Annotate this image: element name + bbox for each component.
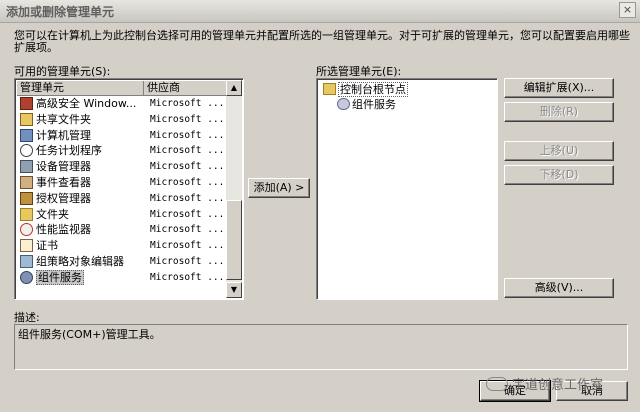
snapin-name: 文件夹: [36, 207, 69, 221]
wechat-icon: [486, 377, 508, 391]
snapin-name: 组件服务: [36, 269, 84, 285]
snapin-vendor: Microsoft ...: [150, 176, 225, 188]
description-label: 描述:: [14, 311, 40, 324]
title-bar[interactable]: 添加或删除管理单元 ×: [0, 0, 640, 23]
available-snapins-list[interactable]: 管理单元 供应商 高级安全 Window... Microsoft ... 共享文件…: [14, 78, 244, 300]
scroll-up-arrow-icon[interactable]: ▲: [226, 80, 242, 96]
snapin-vendor: Microsoft ...: [150, 255, 225, 267]
performance-monitor-icon: [20, 223, 33, 237]
snapin-vendor: Microsoft ...: [150, 113, 225, 125]
computer-management-icon: [20, 128, 33, 142]
snapin-row[interactable]: 设备管理器 Microsoft ...: [17, 159, 228, 175]
description-box: 组件服务(COM+)管理工具。: [14, 324, 628, 370]
column-header-vendor[interactable]: 供应商: [144, 81, 228, 96]
tree-child-label: 组件服务: [352, 98, 396, 111]
snapin-vendor: Microsoft ...: [150, 161, 225, 173]
component-services-icon: [337, 98, 350, 110]
snapin-vendor: Microsoft ...: [150, 192, 225, 204]
snapin-name: 组策略对象编辑器: [36, 254, 124, 268]
snapin-row[interactable]: 共享文件夹 Microsoft ...: [17, 112, 228, 128]
group-policy-icon: [20, 254, 33, 268]
snapin-rows: 高级安全 Window... Microsoft ... 共享文件夹 Microsof…: [17, 96, 228, 286]
snapin-row[interactable]: 任务计划程序 Microsoft ...: [17, 143, 228, 159]
snapin-name: 证书: [36, 239, 58, 253]
snapin-name: 任务计划程序: [36, 144, 102, 158]
snapin-row[interactable]: 授权管理器 Microsoft ...: [17, 191, 228, 207]
snapin-vendor: Microsoft ...: [150, 240, 225, 252]
snapin-row[interactable]: 组策略对象编辑器 Microsoft ...: [17, 254, 228, 270]
snapin-vendor: Microsoft ...: [150, 271, 225, 283]
snapin-vendor: Microsoft ...: [150, 208, 225, 220]
event-viewer-icon: [20, 175, 33, 189]
tree-child-node[interactable]: 组件服务: [337, 98, 396, 111]
column-header-snapin[interactable]: 管理单元: [17, 81, 144, 96]
window-title: 添加或删除管理单元: [6, 5, 115, 19]
folder-icon: [20, 207, 33, 221]
vertical-scrollbar[interactable]: ▲ ▼: [226, 80, 242, 298]
snapin-row[interactable]: 高级安全 Window... Microsoft ...: [17, 96, 228, 112]
edit-extensions-button[interactable]: 编辑扩展(X)...: [504, 78, 614, 98]
selected-snapins-list[interactable]: 控制台根节点 组件服务: [316, 78, 498, 300]
snapin-row[interactable]: 证书 Microsoft ...: [17, 238, 228, 254]
snapin-row[interactable]: 事件查看器 Microsoft ...: [17, 175, 228, 191]
firewall-icon: [20, 97, 33, 110]
device-manager-icon: [20, 160, 33, 174]
component-services-icon: [20, 270, 33, 284]
snapin-name: 授权管理器: [36, 191, 91, 205]
certificate-icon: [20, 239, 33, 253]
advanced-button[interactable]: 高级(V)...: [504, 278, 614, 298]
description-text: 组件服务(COM+)管理工具。: [18, 328, 161, 341]
snapin-row[interactable]: 性能监视器 Microsoft ...: [17, 222, 228, 238]
tree-root-node[interactable]: 控制台根节点: [323, 82, 408, 97]
snapin-vendor: Microsoft ...: [150, 98, 225, 109]
close-button[interactable]: ×: [619, 2, 636, 18]
folder-icon: [323, 83, 336, 95]
available-snapins-label: 可用的管理单元(S):: [14, 65, 111, 78]
snapin-vendor: Microsoft ...: [150, 129, 225, 141]
add-button[interactable]: 添加(A) >: [248, 178, 310, 198]
snapin-name: 高级安全 Window...: [36, 97, 137, 110]
snapin-row[interactable]: 组件服务 Microsoft ...: [17, 269, 228, 286]
selected-snapins-label: 所选管理单元(E):: [316, 65, 402, 78]
scroll-down-arrow-icon[interactable]: ▼: [226, 282, 242, 298]
snapin-name: 设备管理器: [36, 160, 91, 174]
snapin-row[interactable]: 文件夹 Microsoft ...: [17, 207, 228, 223]
watermark: 宇道创意工作室: [486, 374, 603, 393]
remove-button[interactable]: 删除(R): [504, 102, 614, 122]
scrollbar-thumb[interactable]: [226, 200, 242, 280]
shared-folder-icon: [20, 112, 33, 126]
move-up-button[interactable]: 上移(U): [504, 141, 614, 161]
intro-text: 您可以在计算机上为此控制台选择可用的管理单元并配置所选的一组管理单元。对于可扩展…: [14, 29, 630, 54]
tree-root-label: 控制台根节点: [338, 82, 408, 97]
snapin-vendor: Microsoft ...: [150, 145, 225, 157]
authorization-manager-icon: [20, 191, 33, 205]
watermark-text: 宇道创意工作室: [512, 378, 604, 393]
snapin-row[interactable]: 计算机管理 Microsoft ...: [17, 128, 228, 144]
snapin-name: 事件查看器: [36, 175, 91, 189]
snapin-name: 计算机管理: [36, 128, 91, 142]
clock-icon: [20, 144, 33, 158]
snapin-name: 性能监视器: [36, 223, 91, 237]
move-down-button[interactable]: 下移(D): [504, 165, 614, 185]
snapin-vendor: Microsoft ...: [150, 224, 225, 236]
snapin-name: 共享文件夹: [36, 112, 91, 126]
